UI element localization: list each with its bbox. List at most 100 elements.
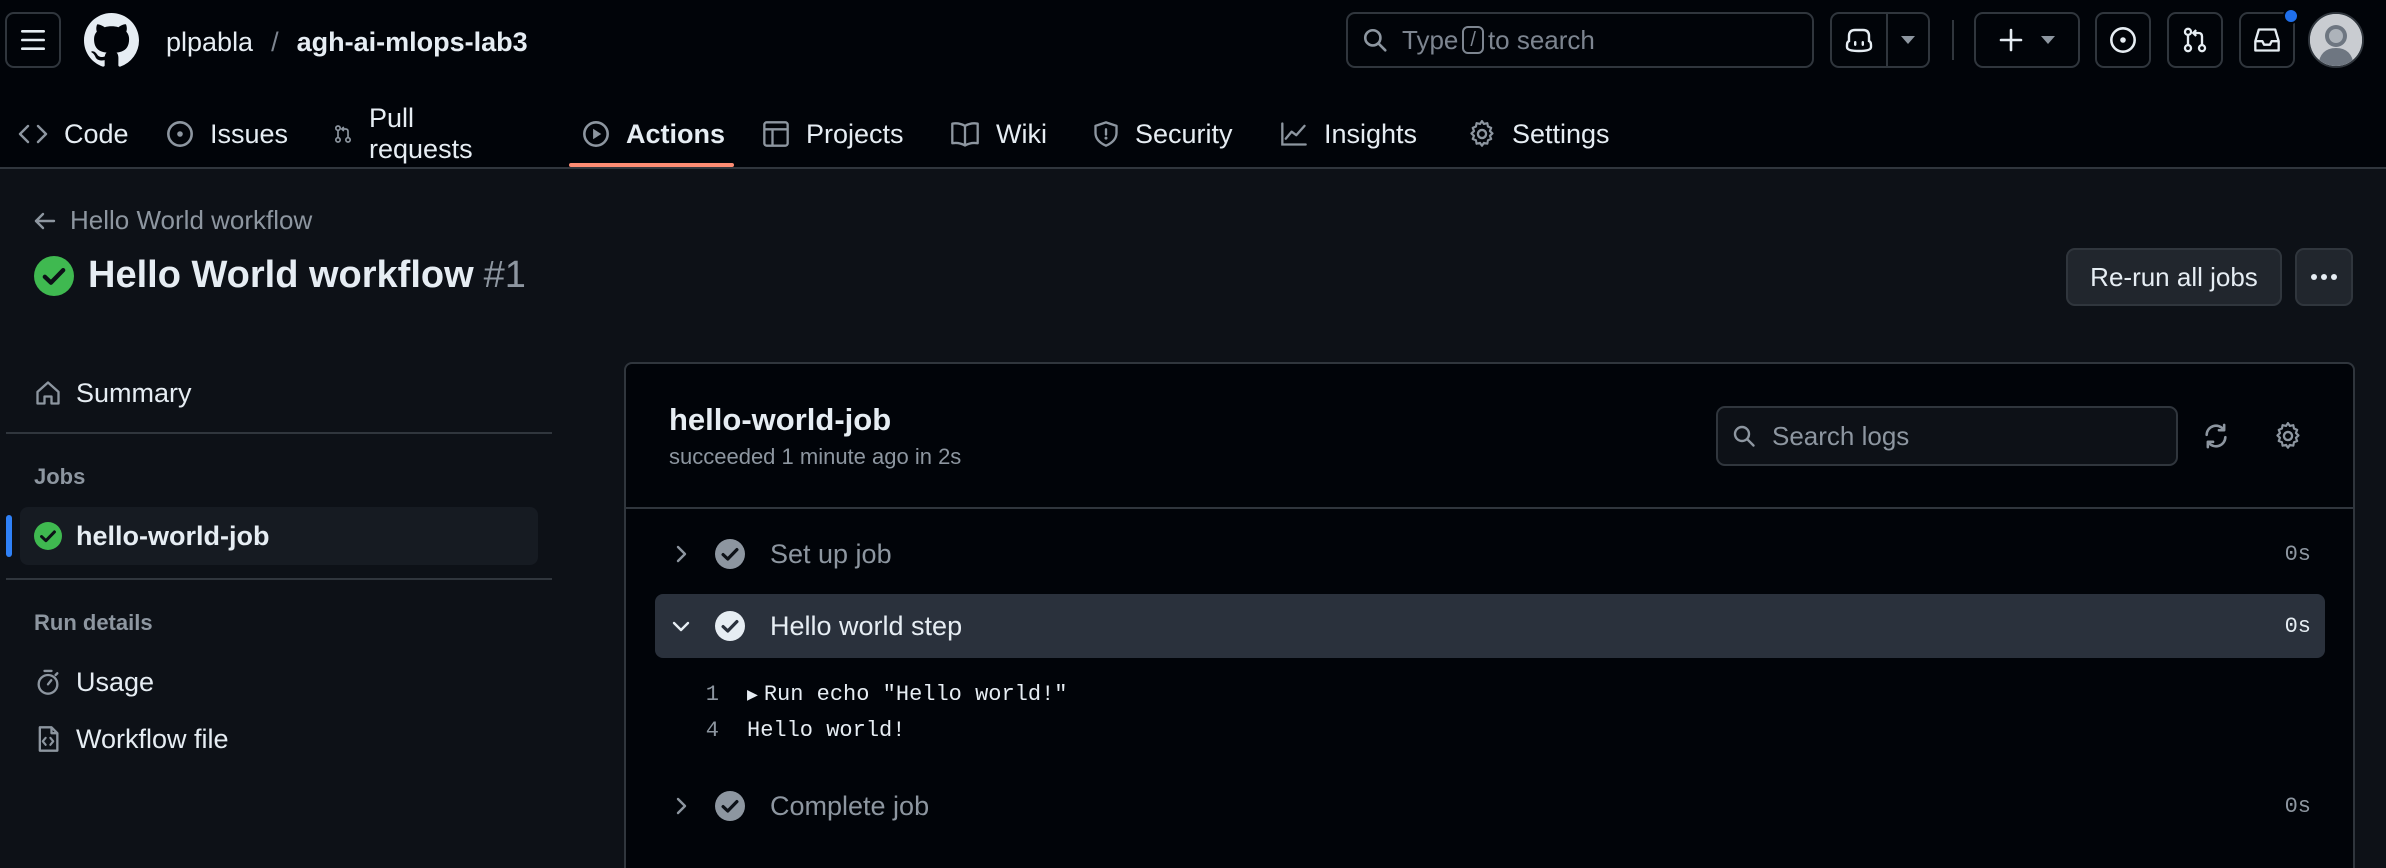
header-divider: [1952, 20, 1954, 60]
copilot-button[interactable]: [1832, 14, 1888, 66]
step-set-up-job[interactable]: Set up job 0s: [655, 522, 2325, 586]
search-suffix-text: to search: [1487, 24, 1595, 55]
tab-label: Issues: [210, 118, 289, 149]
sidebar-item-usage[interactable]: Usage: [34, 662, 154, 702]
check-circle-fill-icon: [715, 539, 745, 569]
check-circle-fill-icon: [715, 791, 745, 821]
rerun-label: Re-run all jobs: [2090, 261, 2258, 292]
step-complete-job[interactable]: Complete job 0s: [655, 774, 2325, 838]
shield-icon: [1094, 121, 1118, 147]
search-logs-input[interactable]: Search logs: [1716, 406, 2178, 466]
tab-security[interactable]: Security: [1093, 100, 1233, 168]
book-icon: [951, 122, 979, 147]
copilot-icon: [1845, 28, 1873, 53]
sync-icon: [2205, 423, 2227, 449]
log-line-text: Run echo "Hello world!": [763, 682, 1068, 707]
copilot-button-group: [1830, 12, 1930, 68]
chevron-right-icon: [676, 545, 687, 563]
search-shortcut-key: /: [1462, 26, 1484, 54]
avatar[interactable]: [2308, 12, 2364, 68]
play-icon: [583, 121, 609, 147]
search-icon: [1733, 425, 1755, 447]
check-circle-fill-icon: [715, 611, 745, 641]
step-label: Hello world step: [770, 610, 963, 641]
sidebar-divider: [6, 578, 552, 580]
check-circle-fill-icon: [34, 255, 74, 296]
active-tab-indicator: [569, 163, 734, 167]
table-icon: [763, 121, 789, 147]
log-line: 4 Hello world!: [679, 718, 906, 743]
gear-icon: [1470, 120, 1494, 147]
step-hello-world-step[interactable]: Hello world step 0s: [655, 594, 2325, 658]
github-logo[interactable]: [84, 13, 139, 68]
issue-opened-icon: [2110, 27, 2136, 53]
step-duration: 0s: [2284, 613, 2311, 639]
issues-shortcut-button[interactable]: [2095, 12, 2151, 68]
global-search-input[interactable]: Type / to search: [1346, 12, 1814, 68]
log-expand-triangle[interactable]: ▶: [747, 684, 758, 706]
sidebar-item-label: Workflow file: [76, 723, 229, 754]
issue-opened-icon: [167, 121, 193, 147]
tab-settings[interactable]: Settings: [1468, 100, 1610, 168]
tab-projects[interactable]: Projects: [762, 100, 904, 168]
global-header: plpabla / agh-ai-mlops-lab3 Type / to se…: [0, 0, 2386, 169]
repo-name-link[interactable]: agh-ai-mlops-lab3: [297, 27, 528, 58]
run-more-options-button[interactable]: [2295, 248, 2353, 306]
log-line[interactable]: 1 ▶ Run echo "Hello world!": [679, 682, 1068, 707]
log-line-number: 4: [705, 718, 719, 743]
job-status-text: succeeded 1 minute ago in 2s: [669, 444, 962, 469]
breadcrumb-separator: /: [271, 26, 279, 57]
check-circle-fill-icon: [34, 522, 62, 550]
tab-label: Code: [64, 118, 129, 149]
step-label: Complete job: [770, 790, 930, 821]
search-prefix-text: Type: [1402, 24, 1459, 55]
sidebar-job-hello-world-job[interactable]: hello-world-job: [34, 516, 269, 556]
selected-indicator: [6, 515, 12, 557]
create-new-button[interactable]: [1974, 12, 2080, 68]
step-label: Set up job: [770, 538, 892, 569]
tab-label: Projects: [806, 118, 904, 149]
tab-label: Security: [1135, 118, 1233, 149]
tab-actions[interactable]: Actions: [582, 100, 725, 168]
avatar-image: [2310, 14, 2362, 66]
home-icon: [36, 381, 60, 405]
inbox-button[interactable]: [2239, 8, 2299, 68]
tab-pull-requests[interactable]: Pull requests: [333, 100, 481, 168]
run-number: #1: [483, 254, 526, 296]
search-icon: [1363, 28, 1387, 52]
tab-label: Settings: [1512, 118, 1610, 149]
step-duration: 0s: [2284, 793, 2311, 819]
log-line-number: 1: [705, 682, 719, 707]
plus-icon: [1999, 28, 2023, 52]
chevron-right-icon: [676, 797, 687, 815]
repo-owner-link[interactable]: plpabla: [166, 27, 253, 58]
file-code-icon: [38, 726, 59, 752]
sidebar-item-summary[interactable]: Summary: [34, 373, 192, 413]
git-pull-request-icon: [335, 125, 352, 143]
log-settings-button[interactable]: [2268, 416, 2308, 456]
tab-wiki[interactable]: Wiki: [950, 100, 1047, 168]
breadcrumb: plpabla / agh-ai-mlops-lab3: [166, 22, 528, 62]
step-duration: 0s: [2284, 541, 2311, 567]
back-to-workflow-link[interactable]: Hello World workflow: [34, 205, 312, 236]
sidebar-item-label: Summary: [76, 377, 192, 408]
rerun-all-jobs-button[interactable]: Re-run all jobs: [2066, 248, 2282, 306]
copilot-dropdown-button[interactable]: [1888, 14, 1928, 66]
tab-code[interactable]: Code: [18, 100, 129, 168]
menu-button[interactable]: [5, 12, 61, 68]
refresh-logs-button[interactable]: [2196, 416, 2236, 456]
pull-requests-shortcut-button[interactable]: [2167, 12, 2223, 68]
code-icon: [18, 124, 48, 144]
kebab-horizontal-icon: [2311, 274, 2337, 280]
sidebar-item-label: Usage: [76, 666, 155, 697]
stopwatch-icon: [37, 669, 59, 695]
search-logs-placeholder: Search logs: [1772, 420, 1910, 451]
notification-indicator: [2283, 8, 2299, 24]
tab-insights[interactable]: Insights: [1280, 100, 1417, 168]
sidebar-item-workflow-file[interactable]: Workflow file: [34, 719, 229, 759]
jobs-heading: Jobs: [34, 464, 86, 489]
graph-icon: [1281, 122, 1307, 146]
tab-issues[interactable]: Issues: [166, 100, 288, 168]
tab-label: Wiki: [996, 118, 1047, 149]
github-mark-icon: [84, 13, 139, 67]
